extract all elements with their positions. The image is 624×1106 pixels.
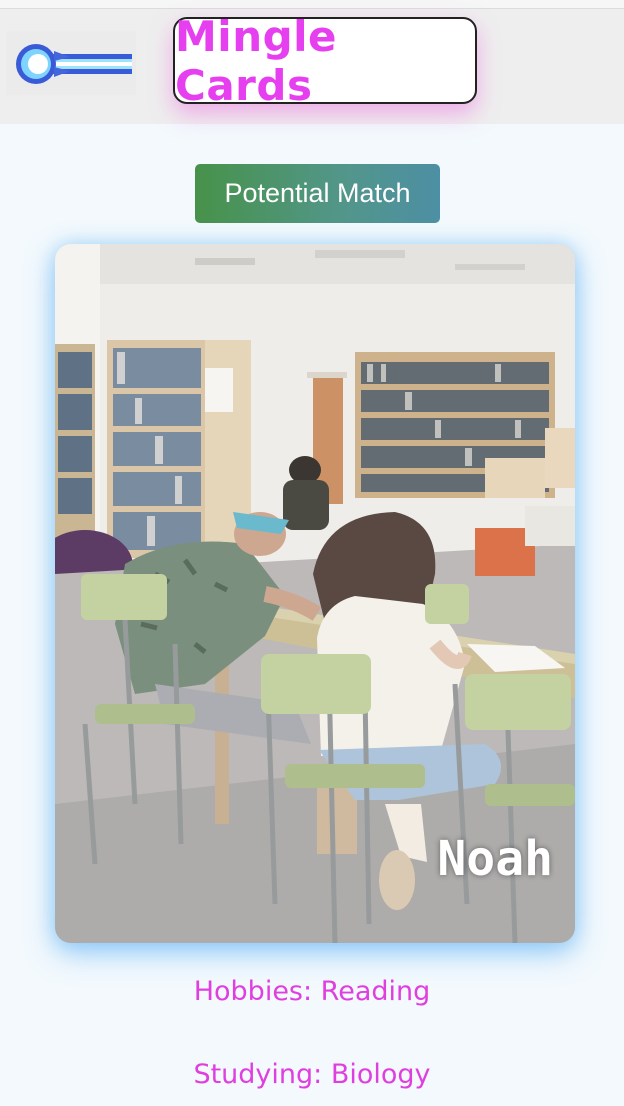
profile-hobbies: Hobbies: Reading — [193, 976, 431, 1007]
profile-studying: Studying: Biology — [193, 1059, 431, 1090]
back-button[interactable] — [6, 31, 136, 95]
profile-card[interactable]: Noah — [55, 244, 575, 943]
app-header: Mingle Cards — [0, 9, 624, 124]
comet-arrow-icon — [16, 44, 132, 84]
app-title: Mingle Cards — [173, 12, 477, 110]
profile-name: Noah — [437, 831, 553, 887]
browser-top-edge — [0, 0, 624, 9]
potential-match-badge: Potential Match — [195, 164, 440, 223]
